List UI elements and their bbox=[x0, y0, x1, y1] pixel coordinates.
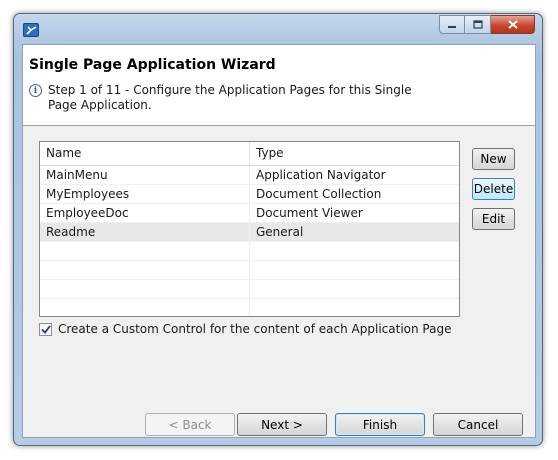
caption-buttons bbox=[439, 15, 535, 34]
maximize-button[interactable] bbox=[465, 15, 491, 34]
cancel-button[interactable]: Cancel bbox=[433, 413, 523, 436]
table-row[interactable]: MyEmployees Document Collection bbox=[40, 185, 459, 204]
step-description: Step 1 of 11 - Configure the Application… bbox=[48, 83, 412, 112]
custom-control-label: Create a Custom Control for the content … bbox=[58, 322, 452, 336]
wizard-header: Single Page Application Wizard i Step 1 … bbox=[23, 45, 535, 126]
table-row[interactable]: MainMenu Application Navigator bbox=[40, 166, 459, 185]
column-header-name[interactable]: Name bbox=[40, 142, 250, 165]
maximize-icon bbox=[472, 20, 483, 29]
next-button[interactable]: Next > bbox=[237, 413, 327, 436]
wizard-window: Single Page Application Wizard i Step 1 … bbox=[13, 13, 543, 446]
application-pages-table[interactable]: Name Type MainMenu Application Navigator… bbox=[39, 141, 460, 317]
delete-button[interactable]: Delete bbox=[472, 178, 515, 200]
close-icon bbox=[507, 20, 518, 29]
column-header-type[interactable]: Type bbox=[250, 142, 459, 165]
empty-cell bbox=[40, 299, 250, 316]
row-name-cell: EmployeeDoc bbox=[40, 204, 250, 222]
info-icon: i bbox=[29, 84, 42, 97]
row-type-cell: Application Navigator bbox=[256, 168, 386, 182]
row-type-cell: Document Viewer bbox=[256, 206, 363, 220]
table-row[interactable]: EmployeeDoc Document Viewer bbox=[40, 204, 459, 223]
close-button[interactable] bbox=[491, 15, 535, 34]
empty-row bbox=[40, 280, 459, 299]
empty-row bbox=[40, 242, 459, 261]
table-header: Name Type bbox=[40, 142, 459, 166]
app-icon bbox=[23, 23, 39, 37]
custom-control-checkbox[interactable] bbox=[39, 322, 52, 336]
row-type-cell: General bbox=[256, 225, 304, 239]
row-name-cell: Readme bbox=[40, 223, 250, 241]
empty-cell bbox=[40, 261, 250, 279]
custom-control-option[interactable]: Create a Custom Control for the content … bbox=[39, 322, 451, 336]
table-row-selected[interactable]: Readme General bbox=[40, 223, 459, 242]
minimize-button[interactable] bbox=[439, 15, 465, 34]
empty-cell bbox=[40, 242, 250, 260]
edit-button[interactable]: Edit bbox=[472, 208, 515, 230]
checkmark-icon bbox=[40, 324, 51, 334]
back-button[interactable]: < Back bbox=[145, 413, 235, 436]
empty-cell bbox=[40, 280, 250, 298]
finish-button[interactable]: Finish bbox=[335, 413, 425, 436]
row-name-cell: MainMenu bbox=[40, 166, 250, 184]
wizard-client-area: Single Page Application Wizard i Step 1 … bbox=[22, 44, 536, 438]
empty-row bbox=[40, 299, 459, 316]
page-title: Single Page Application Wizard bbox=[29, 57, 276, 73]
new-button[interactable]: New bbox=[472, 148, 515, 170]
row-type-cell: Document Collection bbox=[256, 187, 382, 201]
empty-row bbox=[40, 261, 459, 280]
row-name-cell: MyEmployees bbox=[40, 185, 250, 203]
minimize-icon bbox=[448, 25, 456, 28]
